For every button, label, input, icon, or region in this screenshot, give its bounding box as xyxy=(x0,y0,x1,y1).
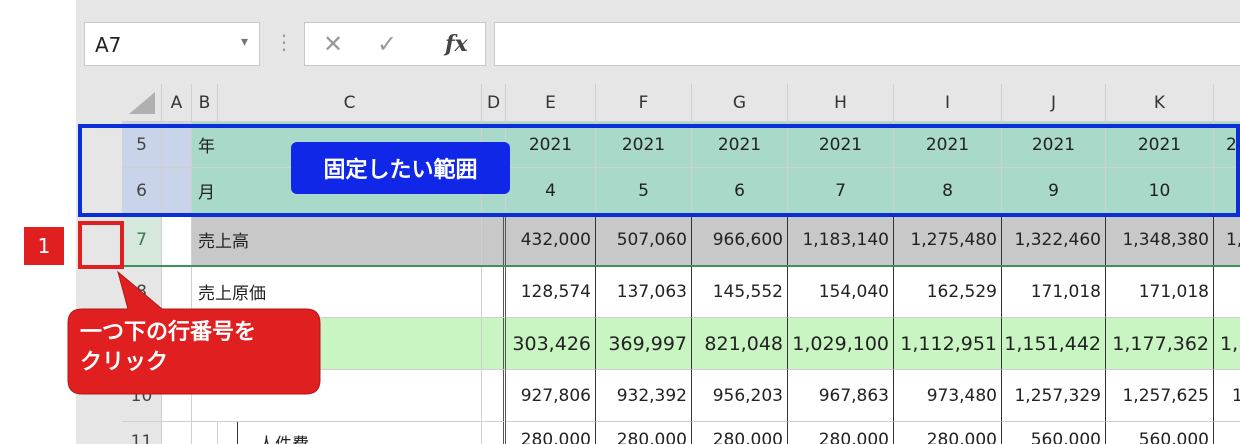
callout-text: 一つ下の行番号を クリック xyxy=(80,318,316,378)
callout-line-1: 一つ下の行番号を xyxy=(80,320,257,345)
callout-line-2: クリック xyxy=(80,350,169,375)
